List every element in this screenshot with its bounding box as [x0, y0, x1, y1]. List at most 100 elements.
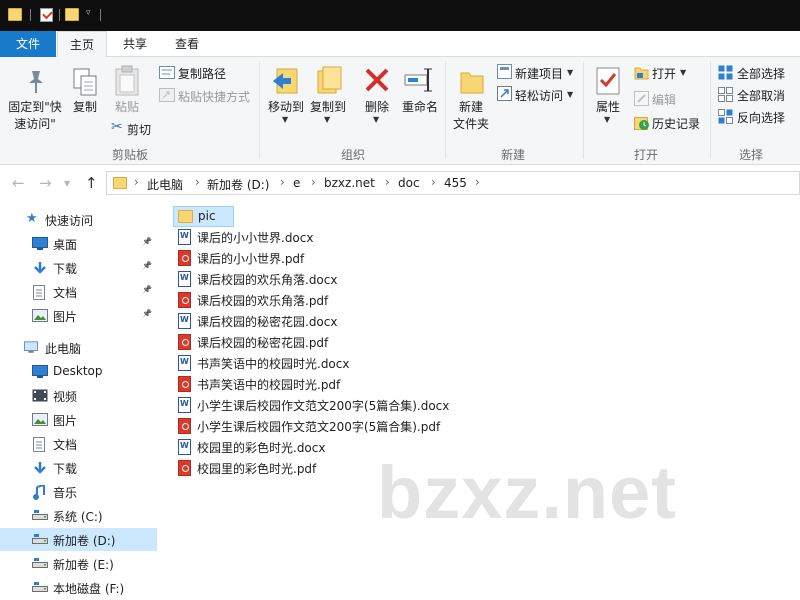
- sidebar-item-this-pc[interactable]: 此电脑: [0, 336, 157, 359]
- sidebar-item-quick-access[interactable]: ★ 快速访问: [0, 208, 157, 231]
- drive-icon: [32, 557, 48, 570]
- breadcrumb-drive-d[interactable]: 新加卷 (D:): [207, 176, 269, 193]
- sidebar-item-pc-5[interactable]: 音乐: [0, 480, 157, 503]
- file-list: pic 课后的小小世界.docx 课后的小小世界.pdf 课后校园的欢乐角落.docx…: [157, 201, 800, 600]
- file-item[interactable]: 小学生课后校园作文范文200字(5篇合集).pdf: [173, 416, 473, 437]
- new-folder-label-line2: 文件夹: [452, 117, 489, 131]
- file-item[interactable]: 课后校园的秘密花园.pdf: [173, 332, 473, 353]
- sidebar-label: 下载: [53, 462, 78, 476]
- chevron-right-icon[interactable]: ›: [134, 175, 139, 189]
- new-item-icon: [497, 64, 512, 79]
- file-item[interactable]: 课后的小小世界.pdf: [173, 248, 473, 269]
- rename-label: 重命名: [401, 100, 438, 114]
- chevron-right-icon[interactable]: ›: [280, 175, 285, 189]
- chevron-right-icon[interactable]: ›: [431, 175, 436, 189]
- pdf-file-icon: [178, 334, 191, 350]
- file-name: 书声笑语中的校园时光.pdf: [197, 378, 341, 392]
- file-item[interactable]: 课后校园的秘密花园.docx: [173, 311, 473, 332]
- tab-share[interactable]: 共享: [110, 31, 160, 57]
- breadcrumb-455[interactable]: 455: [444, 176, 467, 190]
- properties-check-icon[interactable]: [40, 8, 53, 22]
- word-file-icon: [178, 355, 191, 371]
- clipboard-group-label: 剪贴板: [111, 148, 148, 162]
- pin-icon[interactable]: 📌: [142, 237, 152, 246]
- back-arrow-icon[interactable]: ←: [12, 174, 25, 192]
- sidebar-label: 桌面: [53, 238, 78, 252]
- file-name: 小学生课后校园作文范文200字(5篇合集).docx: [197, 399, 450, 413]
- forward-arrow-icon[interactable]: →: [39, 174, 52, 192]
- sidebar-label: 新加卷 (E:): [53, 558, 114, 572]
- file-item[interactable]: 书声笑语中的校园时光.pdf: [173, 374, 473, 395]
- tab-file[interactable]: 文件: [0, 31, 56, 57]
- document-icon: [32, 437, 46, 452]
- sidebar-label: Desktop: [53, 364, 103, 378]
- file-name: 课后校园的欢乐角落.docx: [197, 273, 338, 287]
- sidebar-label: 新加卷 (D:): [53, 534, 116, 548]
- toolbar-divider: [59, 9, 60, 21]
- pin-icon[interactable]: 📌: [142, 309, 152, 318]
- new-folder-icon[interactable]: [65, 8, 79, 21]
- file-item[interactable]: 课后的小小世界.docx: [173, 227, 473, 248]
- sidebar-item-pc-2[interactable]: 图片: [0, 408, 157, 431]
- sidebar-label: 图片: [53, 310, 78, 324]
- sidebar-item-pc-7[interactable]: 新加卷 (D:): [0, 528, 157, 551]
- sidebar-item-pc-1[interactable]: 视频: [0, 384, 157, 407]
- file-name: 课后校园的欢乐角落.pdf: [197, 294, 329, 308]
- folder-icon: [178, 210, 193, 223]
- group-divider: [583, 61, 584, 159]
- edit-label: 编辑: [652, 93, 677, 107]
- copy-to-icon: [317, 66, 342, 94]
- easy-access-label: 轻松访问: [515, 89, 564, 103]
- sidebar-item-pc-0[interactable]: Desktop: [0, 360, 157, 383]
- file-name: 校园里的彩色时光.docx: [197, 441, 326, 455]
- customize-quick-access-icon[interactable]: ▿: [86, 8, 91, 18]
- file-name: pic: [198, 209, 216, 223]
- sidebar-item-pc-3[interactable]: 文档: [0, 432, 157, 455]
- pin-icon: [29, 71, 43, 93]
- ribbon-tabs: 文件 主页 共享 查看: [0, 31, 800, 58]
- sidebar-item-quick-0[interactable]: 桌面 📌: [0, 232, 157, 255]
- file-name: 书声笑语中的校园时光.docx: [197, 357, 350, 371]
- breadcrumb-e[interactable]: e: [293, 176, 300, 190]
- pin-icon[interactable]: 📌: [142, 261, 152, 270]
- scissors-icon: ✂: [111, 119, 123, 135]
- sidebar-item-quick-3[interactable]: 图片 📌: [0, 304, 157, 327]
- select-none-label: 全部取消: [737, 89, 786, 103]
- chevron-right-icon[interactable]: ›: [475, 175, 480, 189]
- delete-label: 删除: [364, 100, 389, 114]
- invert-selection-label: 反向选择: [737, 111, 786, 125]
- breadcrumb-doc[interactable]: doc: [398, 176, 420, 190]
- select-all-icon: [718, 65, 733, 80]
- pin-icon[interactable]: 📌: [142, 285, 152, 294]
- chevron-right-icon[interactable]: ›: [311, 175, 316, 189]
- move-to-label: 移动到: [267, 100, 304, 114]
- sidebar-item-quick-1[interactable]: 下载 📌: [0, 256, 157, 279]
- breadcrumb-bzxz[interactable]: bzxz.net: [324, 176, 375, 190]
- sidebar-item-pc-6[interactable]: 系统 (C:): [0, 504, 157, 527]
- recent-locations-icon[interactable]: ▼: [64, 179, 70, 188]
- file-item[interactable]: 书声笑语中的校园时光.docx: [173, 353, 473, 374]
- up-arrow-icon[interactable]: ↑: [85, 174, 98, 192]
- file-item[interactable]: 课后校园的欢乐角落.docx: [173, 269, 473, 290]
- chevron-right-icon[interactable]: ›: [385, 175, 390, 189]
- tab-view[interactable]: 查看: [162, 31, 212, 57]
- folder-item[interactable]: pic: [173, 206, 234, 227]
- file-name: 校园里的彩色时光.pdf: [197, 462, 317, 476]
- word-file-icon: [178, 439, 191, 455]
- file-item[interactable]: 课后校园的欢乐角落.pdf: [173, 290, 473, 311]
- sidebar-item-quick-2[interactable]: 文档 📌: [0, 280, 157, 303]
- tab-home[interactable]: 主页: [57, 31, 107, 58]
- paste-label: 粘贴: [114, 100, 139, 114]
- chevron-right-icon[interactable]: ›: [195, 175, 200, 189]
- sidebar-label: 文档: [53, 286, 78, 300]
- address-bar[interactable]: › 此电脑 › 新加卷 (D:) › e › bzxz.net › doc › …: [106, 171, 800, 195]
- copy-path-label: 复制路径: [178, 67, 227, 81]
- sidebar-item-pc-4[interactable]: 下载: [0, 456, 157, 479]
- history-icon: [634, 117, 649, 130]
- sidebar-item-pc-9[interactable]: 本地磁盘 (F:): [0, 576, 157, 599]
- sidebar-item-pc-8[interactable]: 新加卷 (E:): [0, 552, 157, 575]
- file-name: 课后的小小世界.pdf: [197, 252, 305, 266]
- file-item[interactable]: 小学生课后校园作文范文200字(5篇合集).docx: [173, 395, 473, 416]
- breadcrumb-this-pc[interactable]: 此电脑: [147, 176, 183, 193]
- folder-icon[interactable]: [8, 8, 22, 21]
